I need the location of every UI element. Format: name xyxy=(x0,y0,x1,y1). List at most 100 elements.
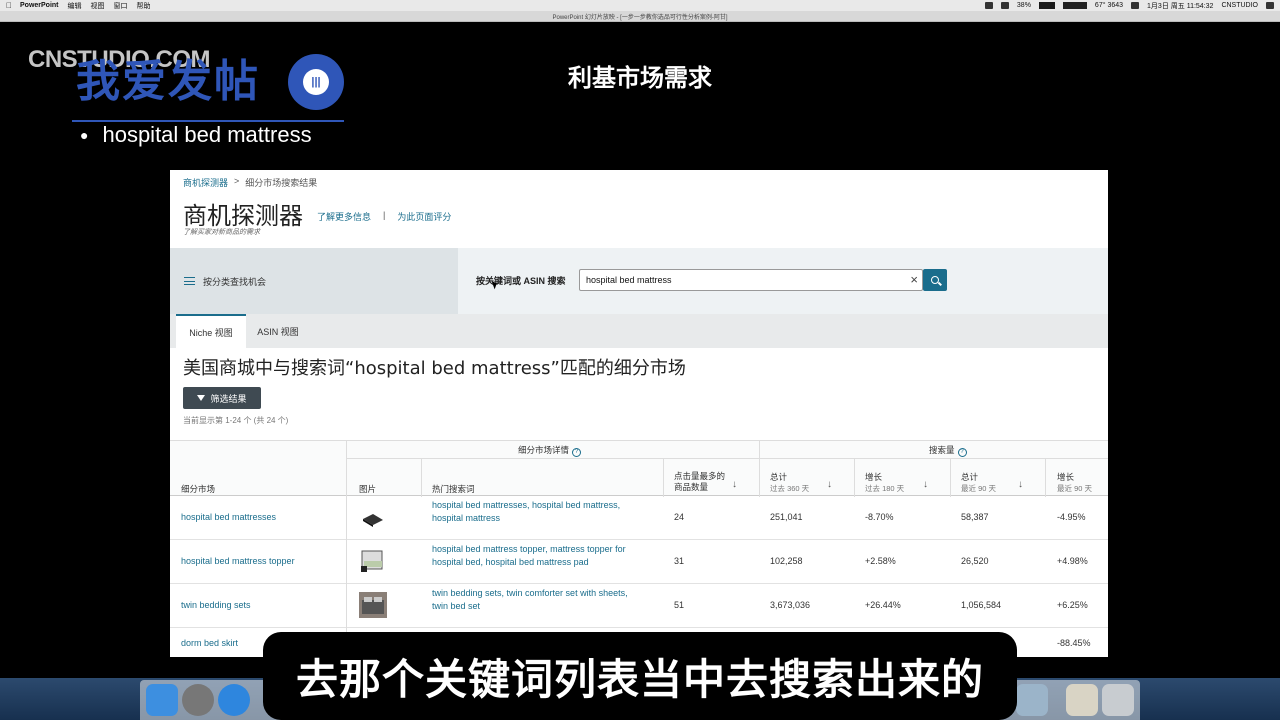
products-count: 31 xyxy=(674,556,685,566)
bullet-dot-icon: ● xyxy=(80,127,89,143)
column-divider xyxy=(421,458,422,497)
clear-icon[interactable]: × xyxy=(910,272,918,287)
learn-more-link[interactable]: 了解更多信息 xyxy=(317,210,371,223)
col-growth-90[interactable]: 增长 最近 90 天 xyxy=(1057,471,1092,494)
finder-icon[interactable] xyxy=(146,684,178,716)
bullet-item: ● hospital bed mattress xyxy=(72,122,312,148)
col-total-90-sub: 最近 90 天 xyxy=(961,484,997,493)
col-growth-180[interactable]: 增长过去 180 天 xyxy=(865,471,904,494)
tab-niche-view[interactable]: Niche 视图 xyxy=(176,314,246,348)
clock[interactable]: 1月3日 周五 11:54:32 xyxy=(1147,1,1213,11)
menu-bar:  PowerPoint 编辑 视图 窗口 帮助 38% 67° 3643 1月… xyxy=(0,0,1280,11)
trash-icon[interactable] xyxy=(1102,684,1134,716)
niche-name-link[interactable]: twin bedding sets xyxy=(181,600,251,610)
sort-arrow-icon[interactable]: ↓ xyxy=(923,479,928,490)
column-divider xyxy=(346,540,347,584)
wifi-icon[interactable] xyxy=(1131,2,1140,9)
column-divider xyxy=(346,496,347,540)
niche-name-link[interactable]: hospital bed mattress topper xyxy=(181,556,295,566)
col-total-90-label: 总计 xyxy=(961,472,979,482)
product-opportunity-page: 商机探测器 > 细分市场搜索结果 商机探测器 了解更多信息 | 为此页面评分 了… xyxy=(170,170,1108,657)
battery-percent: 38% xyxy=(1016,2,1031,9)
link-divider: | xyxy=(383,210,386,220)
sort-arrow-icon[interactable]: ↓ xyxy=(827,479,832,490)
archive-icon[interactable] xyxy=(1066,684,1098,716)
rate-page-link[interactable]: 为此页面评分 xyxy=(397,210,451,223)
menu-icon xyxy=(184,277,195,285)
niche-name-link[interactable]: dorm bed skirt xyxy=(181,638,238,648)
total-90: 1,056,584 xyxy=(961,600,1002,610)
table-row: twin bedding sets twin bedding sets, twi… xyxy=(170,584,1108,628)
top-keywords: hospital bed mattress topper, mattress t… xyxy=(432,543,626,569)
header-divider xyxy=(346,458,1108,459)
col-growth-180-sub: 过去 180 天 xyxy=(865,484,905,493)
safari-icon[interactable] xyxy=(218,684,250,716)
menu-view[interactable]: 视图 xyxy=(91,1,105,11)
niche-name-link[interactable]: hospital bed mattresses xyxy=(181,512,276,522)
menu-edit[interactable]: 编辑 xyxy=(68,1,82,11)
group-search-volume: 搜索量? xyxy=(929,444,967,457)
header-links: 了解更多信息 | 为此页面评分 xyxy=(317,210,451,223)
temperature-readout: 67° 3643 xyxy=(1094,2,1124,9)
help-icon[interactable]: ? xyxy=(957,448,967,457)
column-divider xyxy=(759,441,760,497)
col-total-360-sub: 过去 360 天 xyxy=(770,484,810,493)
breadcrumb: 商机探测器 > 细分市场搜索结果 xyxy=(183,176,317,189)
user-name[interactable]: CNSTUDIO xyxy=(1221,2,1258,9)
column-divider xyxy=(950,458,951,497)
breadcrumb-root[interactable]: 商机探测器 xyxy=(183,176,228,189)
breadcrumb-separator: > xyxy=(234,176,240,186)
filter-button-label: 筛选结果 xyxy=(210,393,247,404)
keywords-line: twin bedding sets, twin comforter set wi… xyxy=(432,588,628,598)
logo-text: 我爱发帖 xyxy=(76,56,260,107)
keywords-line: hospital bed mattresses, hospital bed ma… xyxy=(432,500,621,510)
sort-arrow-icon[interactable]: ↓ xyxy=(732,479,737,490)
growth-180: +2.58% xyxy=(865,556,896,566)
col-niche[interactable]: 细分市场 xyxy=(181,483,215,495)
col-products-clicked[interactable]: 点击量最多的商品数量 xyxy=(674,471,730,493)
results-count: 当前显示第 1-24 个 (共 24 个) xyxy=(183,416,289,425)
table-header: 细分市场详情? 搜索量? 细分市场 图片 热门搜索词 点击量最多的商品数量 ↓ … xyxy=(170,440,1108,497)
tab-asin-view[interactable]: ASIN 视图 xyxy=(246,314,310,348)
menu-help[interactable]: 帮助 xyxy=(137,1,151,11)
search-band: 按分类查找机会 按关键词或 ASIN 搜索 hospital bed mattr… xyxy=(170,248,1108,314)
menu-window[interactable]: 窗口 xyxy=(114,1,128,11)
col-total-360[interactable]: 总计 过去 360 天 xyxy=(770,471,809,494)
col-top-keywords: 热门搜索词 xyxy=(432,484,475,494)
preview-icon[interactable] xyxy=(1016,684,1048,716)
growth-90: -4.95% xyxy=(1057,512,1086,522)
top-keywords: hospital bed mattresses, hospital bed ma… xyxy=(432,499,620,525)
menu-list-icon[interactable] xyxy=(1266,2,1274,9)
category-browse-button[interactable]: 按分类查找机会 xyxy=(170,248,458,314)
product-thumbnail xyxy=(361,550,383,572)
growth-90: -88.45% xyxy=(1057,638,1091,648)
total-360: 251,041 xyxy=(770,512,803,522)
launchpad-icon[interactable] xyxy=(182,684,214,716)
help-icon[interactable]: ? xyxy=(572,448,582,457)
total-360: 3,673,036 xyxy=(770,600,811,610)
products-count: 24 xyxy=(674,512,685,522)
keywords-line: twin bed set xyxy=(432,601,481,611)
table-row: hospital bed mattresses hospital bed mat… xyxy=(170,496,1108,540)
sort-arrow-icon[interactable]: ↓ xyxy=(1018,479,1023,490)
column-divider xyxy=(346,441,347,497)
group-search-volume-label: 搜索量 xyxy=(929,445,955,455)
total-90: 26,520 xyxy=(961,556,989,566)
breadcrumb-current: 细分市场搜索结果 xyxy=(245,178,318,188)
apple-icon[interactable]:  xyxy=(6,1,12,10)
bullet-text: hospital bed mattress xyxy=(102,122,312,147)
search-label: 按关键词或 ASIN 搜索 xyxy=(476,276,566,286)
growth-90: +4.98% xyxy=(1057,556,1088,566)
menu-app-name[interactable]: PowerPoint xyxy=(20,2,59,9)
product-thumbnail xyxy=(363,514,383,527)
top-keywords: twin bedding sets, twin comforter set wi… xyxy=(432,587,628,613)
col-total-90[interactable]: 总计最近 90 天 xyxy=(961,471,996,494)
status-icon[interactable] xyxy=(984,2,993,9)
col-growth-180-label: 增长 xyxy=(865,472,883,482)
menu-status-area: 38% 67° 3643 1月3日 周五 11:54:32 CNSTUDIO xyxy=(984,1,1274,11)
status-icon[interactable] xyxy=(1000,2,1009,9)
filter-results-button[interactable]: 筛选结果 xyxy=(183,387,261,409)
search-button[interactable] xyxy=(923,269,947,291)
search-input[interactable]: hospital bed mattress × xyxy=(579,269,923,291)
logo-bubble-icon: ||| xyxy=(288,54,344,110)
